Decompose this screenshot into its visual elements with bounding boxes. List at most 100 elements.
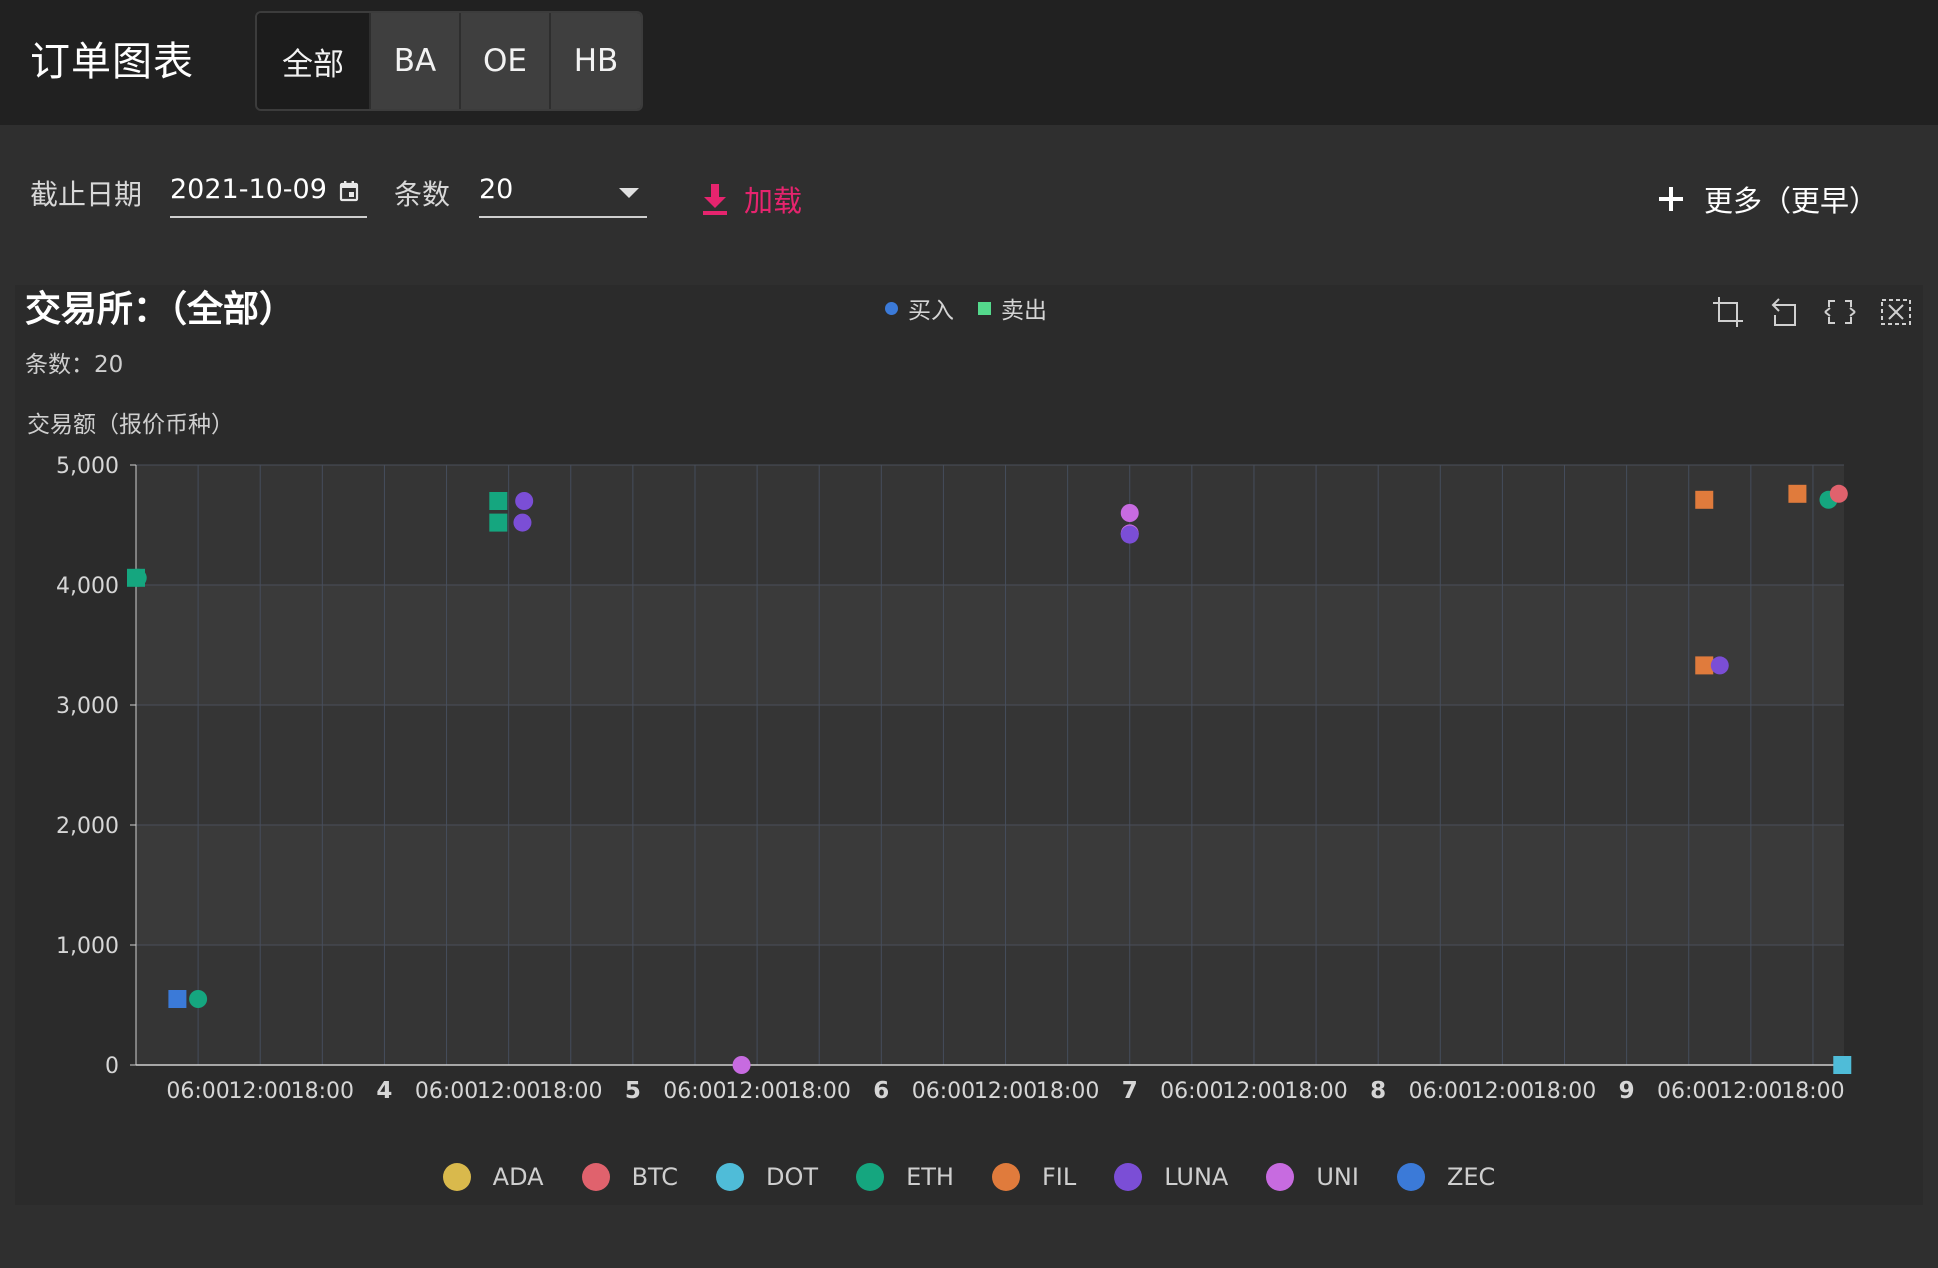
download-icon (703, 184, 727, 215)
legend-item-btc[interactable]: BTC (581, 1163, 679, 1191)
data-point-buy (189, 990, 208, 1008)
x-tick-label: 7 (1122, 1078, 1138, 1104)
data-point-buy (1120, 525, 1139, 544)
legend-label: LUNA (1164, 1163, 1229, 1191)
legend-item-dot[interactable]: DOT (716, 1163, 818, 1191)
load-more-button[interactable]: 更多（更早） (1658, 178, 1878, 220)
tab-ba[interactable]: BA (369, 13, 459, 109)
x-tick-label: 06:00 (1657, 1079, 1720, 1104)
app-title: 订单图表 (30, 39, 194, 85)
x-tick-label: 5 (625, 1078, 641, 1104)
x-tick-label: 12:00 (974, 1079, 1037, 1104)
coin-legend: ADA BTC DOT ETH FIL LUNA UNI ZEC (15, 1163, 1923, 1191)
data-point-sell (168, 990, 187, 1008)
tab-all[interactable]: 全部 (257, 13, 369, 109)
data-point-sell (1695, 656, 1714, 675)
x-tick-label: 6 (873, 1078, 889, 1104)
legend-label: DOT (766, 1163, 819, 1191)
legend-item-ada[interactable]: ADA (442, 1163, 544, 1191)
x-tick-label: 18:00 (539, 1079, 602, 1104)
x-tick-label: 12:00 (229, 1079, 292, 1104)
y-tick-label: 0 (105, 1054, 119, 1079)
legend-item-fil[interactable]: FIL (991, 1163, 1077, 1191)
data-point-sell (489, 513, 508, 532)
legend-label: BTC (631, 1163, 679, 1191)
tab-oe[interactable]: OE (459, 13, 549, 109)
legend-label: UNI (1316, 1163, 1359, 1191)
plot-band (136, 825, 1844, 945)
legend-label: FIL (1041, 1163, 1077, 1191)
legend-item-luna[interactable]: LUNA (1114, 1163, 1228, 1191)
data-point-sell (489, 492, 508, 510)
x-tick-label: 18:00 (1284, 1079, 1347, 1104)
plot-band (136, 585, 1844, 705)
more-label: 更多（更早） (1704, 184, 1879, 218)
count-label: 条数 (394, 178, 451, 211)
x-tick-label: 12:00 (1471, 1079, 1534, 1104)
x-tick-label: 18:00 (1036, 1079, 1099, 1104)
data-point-buy (513, 513, 532, 532)
y-tick-label: 1,000 (56, 934, 119, 959)
x-tick-label: 9 (1619, 1078, 1635, 1104)
data-point-buy (515, 492, 534, 510)
filter-toolbar: 截止日期 2021-10-09 条数 20 加载 更多（更早） (0, 125, 1938, 275)
load-button[interactable]: 加载 (700, 178, 802, 220)
calendar-icon[interactable] (339, 180, 359, 202)
exchange-tabs: 全部 BA OE HB (255, 11, 643, 111)
scatter-plot: 06:0012:0018:00 4 06:0012:0018:00 5 06:0012:… (56, 454, 1852, 1104)
x-tick-label: 12:00 (725, 1079, 788, 1104)
tab-hb[interactable]: HB (549, 13, 641, 109)
legend-label: ETH (906, 1163, 954, 1191)
y-tick-label: 5,000 (56, 454, 119, 479)
legend-color-dot (1114, 1163, 1143, 1191)
date-field[interactable]: 2021-10-09 (170, 170, 367, 218)
x-tick-label: 06:00 (415, 1079, 478, 1104)
plot-band (136, 945, 1844, 1065)
plot-band (136, 465, 1844, 585)
data-point-sell (1833, 1056, 1852, 1074)
legend-item-uni[interactable]: UNI (1266, 1163, 1359, 1191)
data-point-buy (732, 1056, 751, 1074)
data-point-buy (1120, 504, 1139, 522)
data-point-buy (128, 568, 147, 587)
data-point-buy (1829, 484, 1848, 503)
plus-icon (1659, 187, 1683, 211)
legend-color-dot (716, 1163, 745, 1191)
legend-color-dot (442, 1163, 471, 1191)
x-tick-label: 06:00 (912, 1079, 975, 1104)
chart-panel: 交易所：（全部） 条数：20 交易额（报价币种） 买入 卖出 06:00 12:0… (15, 285, 1923, 1205)
y-tick-label: 2,000 (56, 814, 119, 839)
load-label: 加载 (744, 184, 803, 218)
y-tick-label: 4,000 (56, 574, 119, 599)
count-select[interactable]: 20 (479, 170, 647, 218)
x-tick-label: 18:00 (1781, 1079, 1844, 1104)
y-tick-label: 3,000 (56, 694, 119, 719)
data-point-buy (1710, 656, 1729, 675)
legend-label: ZEC (1446, 1163, 1496, 1191)
data-point-sell (1788, 484, 1807, 503)
legend-color-dot (1266, 1163, 1295, 1191)
legend-color-dot (856, 1163, 885, 1191)
x-tick-label: 18:00 (787, 1079, 850, 1104)
x-tick-label: 12:00 (477, 1079, 540, 1104)
x-tick-label: 06:00 (1409, 1079, 1472, 1104)
x-tick-label: 12:00 (1719, 1079, 1782, 1104)
x-tick-label: 06:00 (166, 1079, 229, 1104)
date-label: 截止日期 (30, 178, 143, 211)
legend-label: ADA (492, 1163, 544, 1191)
x-tick-label: 8 (1370, 1078, 1386, 1104)
x-tick-label: 18:00 (1533, 1079, 1596, 1104)
x-tick-label: 4 (376, 1078, 392, 1104)
date-value: 2021-10-09 (170, 174, 327, 205)
legend-color-dot (581, 1163, 610, 1191)
chevron-down-icon (619, 188, 639, 198)
legend-color-dot (1396, 1163, 1425, 1191)
legend-item-eth[interactable]: ETH (856, 1163, 954, 1191)
legend-color-dot (991, 1163, 1020, 1191)
x-tick-label: 06:00 (663, 1079, 726, 1104)
legend-item-zec[interactable]: ZEC (1396, 1163, 1496, 1191)
count-value: 20 (479, 174, 514, 205)
app-bar: 订单图表 全部 BA OE HB (0, 0, 1938, 125)
data-point-sell (1695, 490, 1714, 509)
x-tick-label: 06:00 (1160, 1079, 1223, 1104)
